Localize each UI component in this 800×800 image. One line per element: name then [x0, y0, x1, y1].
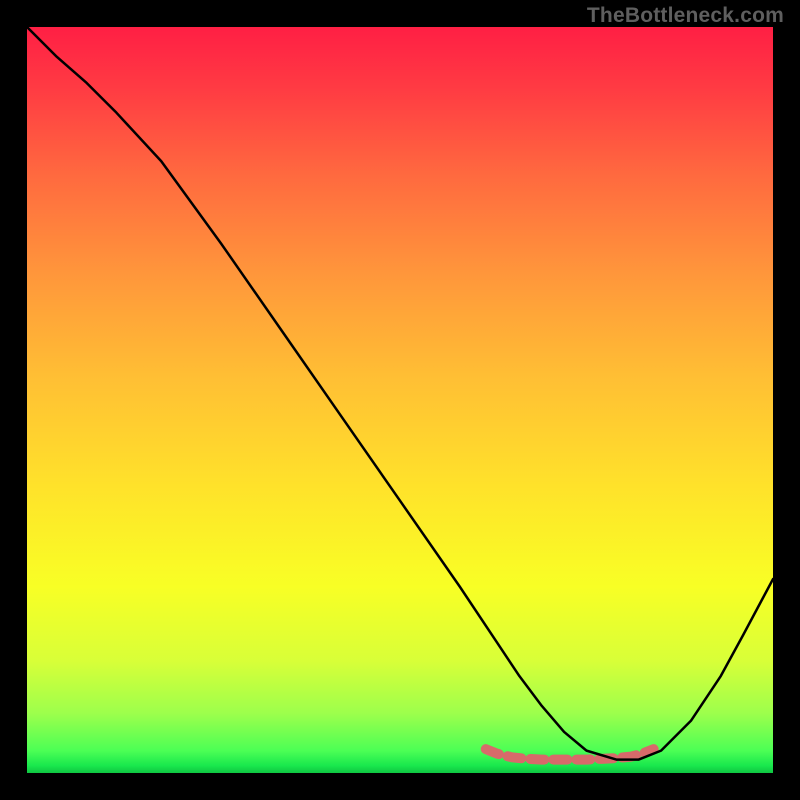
bottleneck-curve — [27, 27, 773, 760]
watermark-text: TheBottleneck.com — [587, 4, 784, 28]
highlight-band — [486, 749, 654, 759]
plot-area — [27, 27, 773, 773]
curve-layer — [27, 27, 773, 773]
chart-container: { "watermark": "TheBottleneck.com", "cha… — [0, 0, 800, 800]
